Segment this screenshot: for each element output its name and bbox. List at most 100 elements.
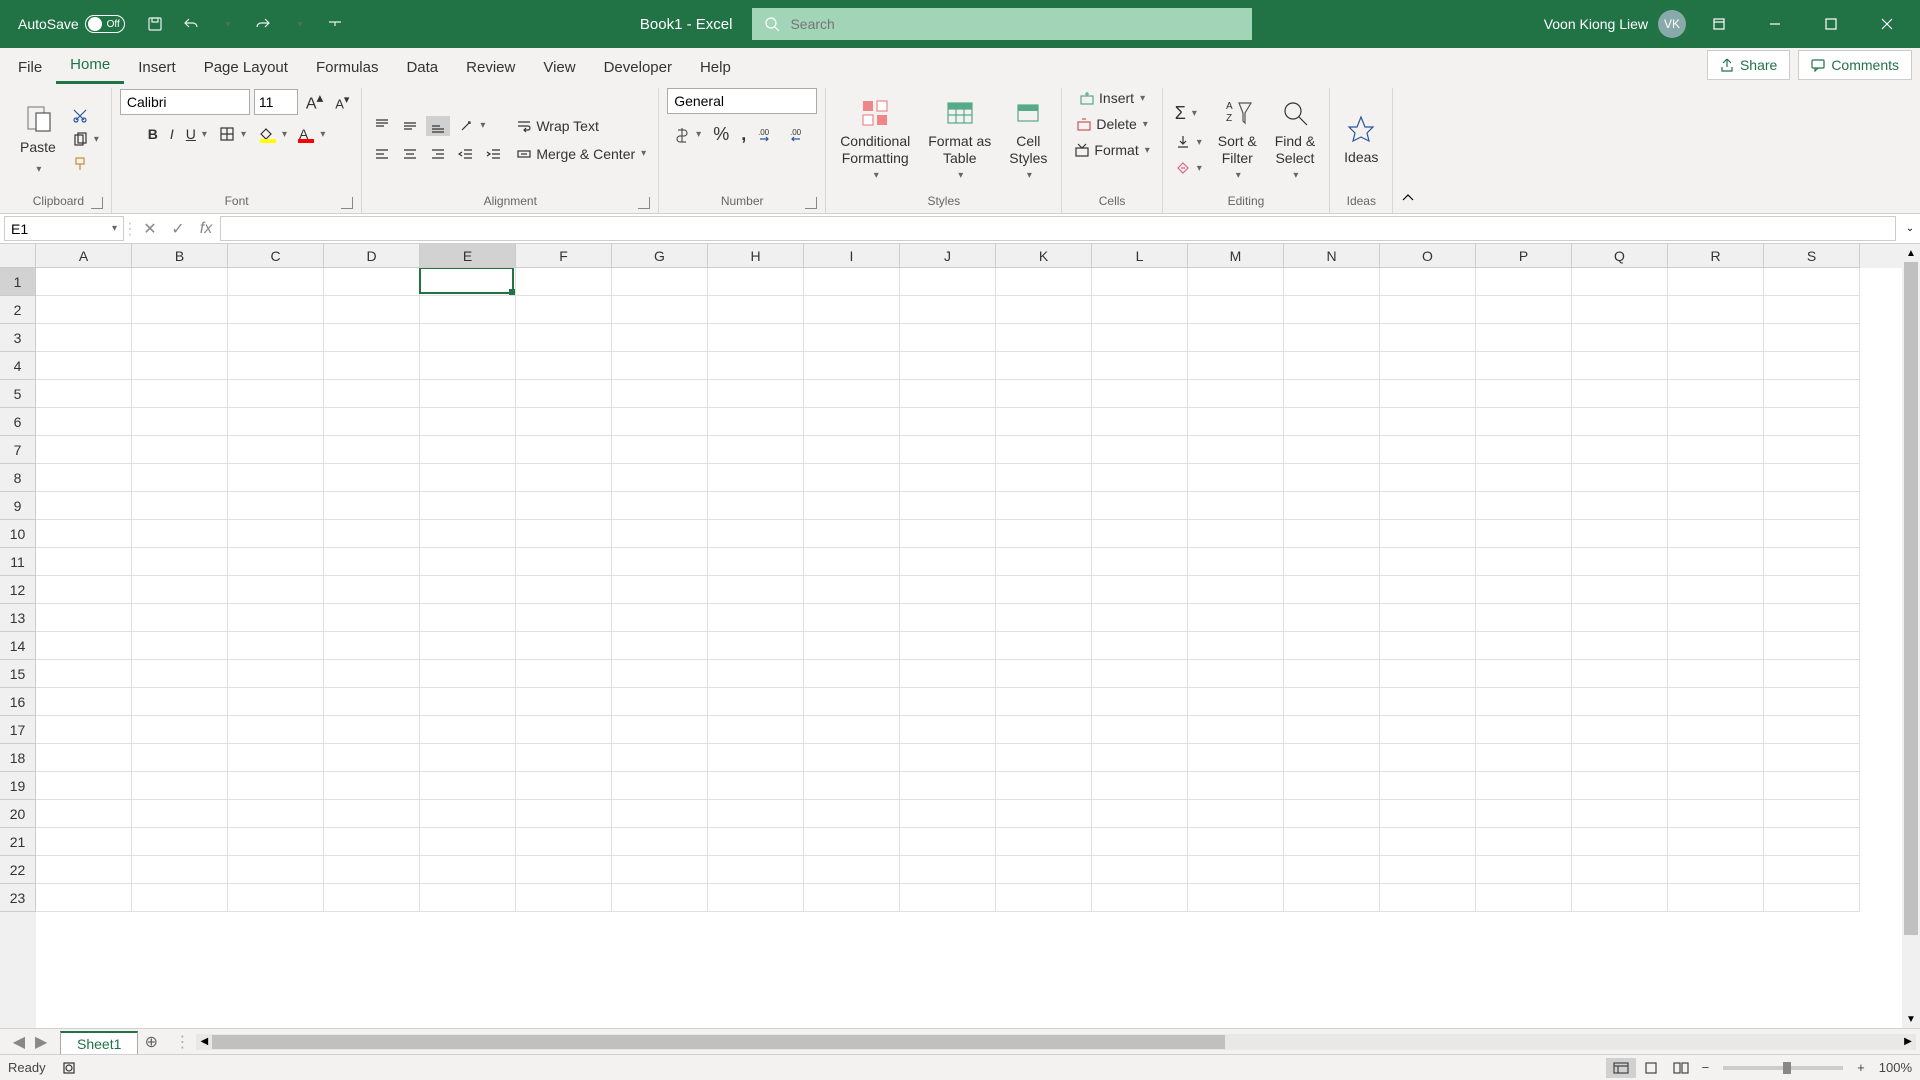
cell[interactable] [996,772,1092,800]
format-painter-button[interactable] [68,154,103,174]
comma-button[interactable]: , [737,122,750,147]
cell[interactable] [516,296,612,324]
row-header[interactable]: 8 [0,464,36,492]
cell[interactable] [1764,296,1860,324]
cell[interactable] [1572,576,1668,604]
cell[interactable] [612,436,708,464]
add-sheet-button[interactable]: ⊕ [138,1029,164,1054]
cell[interactable] [516,520,612,548]
cell[interactable] [1188,632,1284,660]
cell[interactable] [900,492,996,520]
cell[interactable] [1476,660,1572,688]
cell[interactable] [1476,632,1572,660]
cell[interactable] [996,884,1092,912]
tab-data[interactable]: Data [392,51,452,84]
cell[interactable] [132,296,228,324]
cell[interactable] [1668,744,1764,772]
cell[interactable] [516,464,612,492]
undo-icon[interactable] [177,10,205,38]
scroll-up-button[interactable]: ▲ [1902,244,1920,262]
row-header[interactable]: 19 [0,772,36,800]
cell[interactable] [516,548,612,576]
cell[interactable] [900,856,996,884]
cell[interactable] [900,548,996,576]
cell[interactable] [1764,688,1860,716]
cell[interactable] [324,520,420,548]
cell[interactable] [1284,688,1380,716]
font-color-button[interactable]: A [295,123,329,145]
orientation-button[interactable] [454,116,489,136]
cell[interactable] [1476,716,1572,744]
cell[interactable] [420,352,516,380]
cell[interactable] [1764,408,1860,436]
cell[interactable] [996,380,1092,408]
cell[interactable] [516,884,612,912]
cell[interactable] [516,380,612,408]
cell[interactable] [324,744,420,772]
cell[interactable] [900,296,996,324]
cell[interactable] [132,380,228,408]
cell[interactable] [420,800,516,828]
cell[interactable] [228,688,324,716]
cell[interactable] [36,352,132,380]
cell[interactable] [1476,464,1572,492]
percent-button[interactable]: % [709,122,733,147]
column-header[interactable]: M [1188,244,1284,268]
minimize-icon[interactable] [1752,8,1798,40]
cell[interactable] [132,744,228,772]
cell[interactable] [708,576,804,604]
cell[interactable] [1284,520,1380,548]
cell[interactable] [1380,576,1476,604]
close-icon[interactable] [1864,8,1910,40]
cell[interactable] [1380,800,1476,828]
cell[interactable] [1572,828,1668,856]
cell[interactable] [612,856,708,884]
cell[interactable] [516,632,612,660]
cell[interactable] [420,660,516,688]
cell[interactable] [1284,380,1380,408]
cell[interactable] [804,520,900,548]
clipboard-launcher[interactable] [91,197,103,209]
column-header[interactable]: L [1092,244,1188,268]
cell[interactable] [1188,688,1284,716]
decrease-indent-button[interactable] [454,144,478,164]
column-header[interactable]: O [1380,244,1476,268]
cell[interactable] [1284,800,1380,828]
cell[interactable] [132,576,228,604]
cell[interactable] [228,324,324,352]
cell[interactable] [708,492,804,520]
cell[interactable] [1476,380,1572,408]
decrease-font-button[interactable]: A▾ [331,91,353,113]
cell[interactable] [612,380,708,408]
cell[interactable] [1764,884,1860,912]
cell[interactable] [1476,436,1572,464]
redo-dropdown[interactable] [285,10,313,38]
cell[interactable] [420,548,516,576]
share-button[interactable]: Share [1707,50,1790,80]
cell[interactable] [1092,772,1188,800]
cell[interactable] [1380,604,1476,632]
cell[interactable] [1668,352,1764,380]
cell[interactable] [1572,268,1668,296]
cell[interactable] [1380,660,1476,688]
italic-button[interactable]: I [166,124,178,144]
column-header[interactable]: R [1668,244,1764,268]
cell[interactable] [420,856,516,884]
cell[interactable] [708,772,804,800]
cell[interactable] [36,744,132,772]
maximize-icon[interactable] [1808,8,1854,40]
cell[interactable] [1188,884,1284,912]
cell[interactable] [228,492,324,520]
cell[interactable] [1380,408,1476,436]
user-name[interactable]: Voon Kiong Liew [1544,16,1648,32]
cell[interactable] [1764,352,1860,380]
increase-indent-button[interactable] [482,144,506,164]
column-header[interactable]: P [1476,244,1572,268]
cell[interactable] [1764,856,1860,884]
find-select-button[interactable]: Find & Select [1269,93,1321,187]
cell[interactable] [900,632,996,660]
zoom-slider[interactable] [1723,1066,1843,1070]
row-header[interactable]: 15 [0,660,36,688]
cell[interactable] [708,380,804,408]
tab-view[interactable]: View [529,51,589,84]
